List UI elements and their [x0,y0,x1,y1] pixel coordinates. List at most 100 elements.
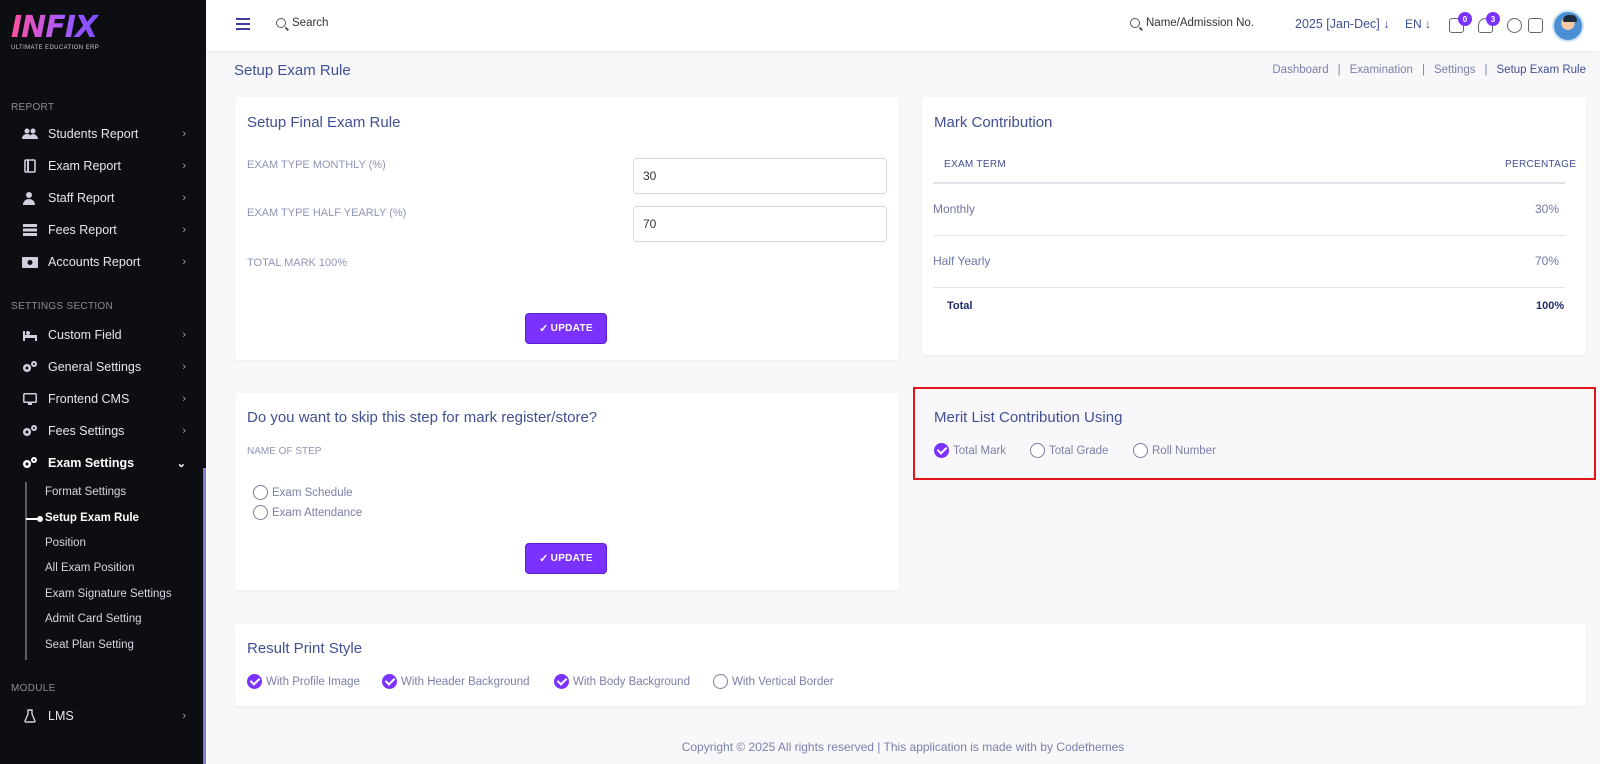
submenu-item-position[interactable]: Position [45,537,86,549]
chevron-right-icon: › [182,192,186,204]
sidebar-item-label: Exam Report [48,159,121,173]
sidebar-item-frontend-cms[interactable]: Frontend CMS › [0,386,204,412]
chevron-right-icon: › [182,160,186,172]
table-divider [933,287,1565,288]
chevron-right-icon: › [182,329,186,341]
column-header-exam-term: EXAM TERM [944,159,1006,170]
sidebar-item-label: Custom Field [48,328,122,342]
logo[interactable]: INFIX ULTIMATE EDUCATION ERP [11,12,99,52]
checkbox-exam-schedule[interactable]: Exam Schedule [253,485,353,500]
sidebar-item-general-settings[interactable]: General Settings › [0,354,204,380]
book-icon [22,159,38,173]
update-button[interactable]: ✓ UPDATE [525,313,607,344]
name-admission-label: Name/Admission No. [1146,17,1255,29]
checkbox-checked-icon [247,674,262,689]
globe-icon[interactable] [1507,18,1522,33]
sidebar-item-lms[interactable]: LMS › [0,703,204,729]
users-icon [22,127,38,141]
checkbox-vertical-border[interactable]: With Vertical Border [713,674,834,689]
mark-contribution-card: Mark Contribution [922,97,1586,355]
column-header-percentage: PERCENTAGE [1505,159,1577,170]
submenu-item-seat-plan-setting[interactable]: Seat Plan Setting [45,639,134,651]
submenu-item-format-settings[interactable]: Format Settings [45,486,126,498]
checkbox-icon [713,674,728,689]
card-title: Setup Final Exam Rule [247,114,401,131]
table-divider [933,182,1565,184]
table-divider [933,235,1565,236]
search-label: Search [292,17,329,29]
check-icon: ✓ [539,553,549,565]
sidebar-item-label: LMS [48,709,74,723]
checkbox-checked-icon [554,674,569,689]
submenu-item-admit-card-setting[interactable]: Admit Card Setting [45,613,142,625]
section-title-settings: SETTINGS SECTION [11,301,114,312]
breadcrumb: Dashboard | Examination | Settings | Set… [1272,64,1586,76]
submenu-item-exam-signature-settings[interactable]: Exam Signature Settings [45,588,172,600]
submenu-item-all-exam-position[interactable]: All Exam Position [45,562,134,574]
result-print-style-card: Result Print Style With Profile Image Wi… [235,624,1586,706]
avatar[interactable] [1552,10,1584,42]
sidebar-item-staff-report[interactable]: Staff Report › [0,185,204,211]
breadcrumb-current: Setup Exam Rule [1496,64,1587,76]
sidebar-item-exam-settings[interactable]: Exam Settings ⌄ [0,450,204,476]
breadcrumb-separator: | [1337,64,1341,76]
arrow-down-icon: ↓ [1425,17,1432,31]
monthly-label: EXAM TYPE MONTHLY (%) [247,159,386,171]
sidebar-item-label: Frontend CMS [48,392,130,406]
card-title: Mark Contribution [934,114,1053,131]
chevron-right-icon: › [182,256,186,268]
monthly-percent-input[interactable]: 30 [633,158,887,194]
check-icon: ✓ [539,323,549,335]
checkbox-body-background[interactable]: With Body Background [554,674,690,689]
bed-icon [22,328,38,342]
sidebar-scrollbar[interactable] [203,468,206,764]
session-select[interactable]: 2025 [Jan-Dec] ↓ [1295,17,1390,31]
stack-icon [22,223,38,237]
menu-toggle-icon[interactable] [236,18,250,30]
sidebar-item-students-report[interactable]: Students Report › [0,121,204,147]
language-label: EN [1405,17,1422,31]
breadcrumb-dashboard[interactable]: Dashboard [1272,64,1328,76]
sidebar-item-exam-report[interactable]: Exam Report › [0,153,204,179]
logo-text: INFIX [11,12,99,44]
update-button[interactable]: ✓ UPDATE [525,543,607,574]
checkbox-exam-attendance[interactable]: Exam Attendance [253,505,362,520]
section-title-module: MODULE [11,683,56,694]
arrow-down-icon: ↓ [1383,17,1390,31]
active-indicator [26,516,43,522]
sidebar: INFIX ULTIMATE EDUCATION ERP REPORT Stud… [0,0,206,764]
chevron-down-icon: ⌄ [176,457,186,470]
skip-step-card: Do you want to skip this step for mark r… [235,393,899,590]
money-icon [22,255,38,269]
option-label: Exam Attendance [272,506,363,519]
language-select[interactable]: EN ↓ [1405,17,1431,31]
card-title: Do you want to skip this step for mark r… [247,409,598,426]
checkbox-header-background[interactable]: With Header Background [382,674,529,689]
chevron-right-icon: › [182,224,186,236]
table-cell-percentage: 30% [1535,202,1560,216]
highlight-box [913,387,1596,480]
cogs-icon [22,456,38,470]
stats-icon[interactable] [1528,18,1543,33]
monitor-icon [22,392,38,406]
sidebar-item-fees-settings[interactable]: Fees Settings › [0,418,204,444]
half-yearly-percent-input[interactable]: 70 [633,206,887,242]
sidebar-item-accounts-report[interactable]: Accounts Report › [0,249,204,275]
submenu-item-setup-exam-rule[interactable]: Setup Exam Rule [45,512,139,524]
breadcrumb-settings[interactable]: Settings [1434,64,1476,76]
name-admission-search[interactable]: Name/Admission No. [1130,17,1254,29]
chevron-right-icon: › [182,361,186,373]
breadcrumb-examination[interactable]: Examination [1350,64,1413,76]
cogs-icon [22,360,38,374]
sidebar-item-label: General Settings [48,360,142,374]
search-box[interactable]: Search [276,17,328,29]
sidebar-item-custom-field[interactable]: Custom Field › [0,322,204,348]
table-total-value: 100% [1536,300,1565,312]
update-label: UPDATE [550,553,593,564]
checkbox-profile-image[interactable]: With Profile Image [247,674,360,689]
chevron-right-icon: › [182,425,186,437]
submenu-line [25,482,27,660]
update-label: UPDATE [550,323,593,334]
option-label: With Body Background [573,675,690,688]
sidebar-item-fees-report[interactable]: Fees Report › [0,217,204,243]
